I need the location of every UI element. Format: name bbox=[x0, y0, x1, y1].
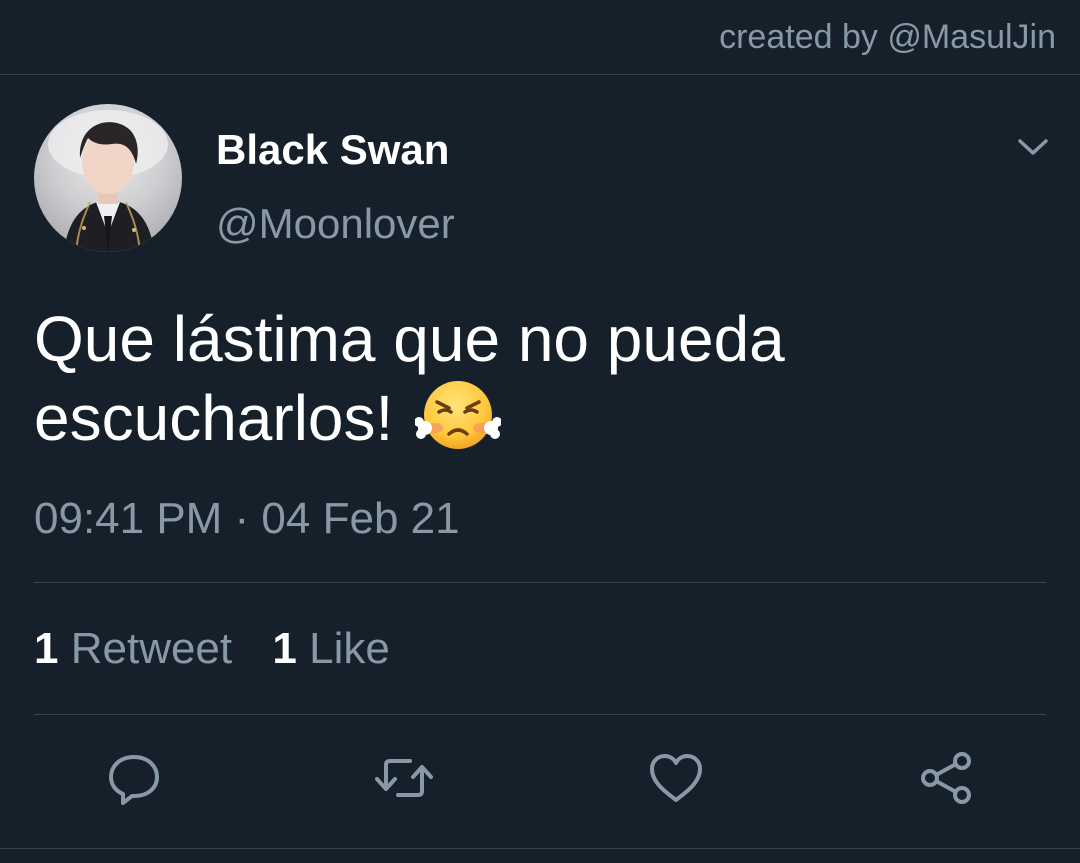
user-handle[interactable]: @Moonlover bbox=[216, 200, 455, 248]
like-stat[interactable]: 1 Like bbox=[272, 624, 389, 673]
retweet-stat[interactable]: 1 Retweet bbox=[34, 624, 232, 673]
like-icon bbox=[650, 754, 702, 802]
credit-label: created by @MasulJin bbox=[719, 18, 1056, 56]
reply-button[interactable] bbox=[104, 748, 164, 808]
bottom-divider bbox=[0, 848, 1080, 849]
divider bbox=[34, 714, 1046, 715]
avatar[interactable] bbox=[34, 104, 182, 252]
retweet-count: 1 bbox=[34, 624, 59, 673]
chevron-down-icon[interactable] bbox=[1014, 132, 1052, 162]
tweet-text: Que lástima que no pueda escucharlos! bbox=[34, 300, 1044, 457]
divider bbox=[34, 582, 1046, 583]
reply-icon bbox=[109, 755, 159, 805]
retweet-button[interactable] bbox=[374, 748, 434, 808]
tweet-stats: 1 Retweet 1 Like bbox=[34, 624, 418, 674]
retweet-icon bbox=[375, 759, 433, 797]
credit-bar: created by @MasulJin bbox=[0, 0, 1080, 75]
tweet-timestamp[interactable]: 09:41 PM · 04 Feb 21 bbox=[34, 494, 460, 544]
like-button[interactable] bbox=[646, 748, 706, 808]
like-stat-label: Like bbox=[309, 624, 390, 673]
share-button[interactable] bbox=[916, 748, 976, 808]
tweet-text-content: Que lástima que no pueda escucharlos! bbox=[34, 303, 785, 454]
face-with-steam-from-nose-icon bbox=[414, 378, 503, 452]
share-icon bbox=[921, 752, 971, 804]
like-count: 1 bbox=[272, 624, 297, 673]
retweet-stat-label: Retweet bbox=[70, 624, 233, 673]
display-name[interactable]: Black Swan bbox=[216, 126, 449, 174]
